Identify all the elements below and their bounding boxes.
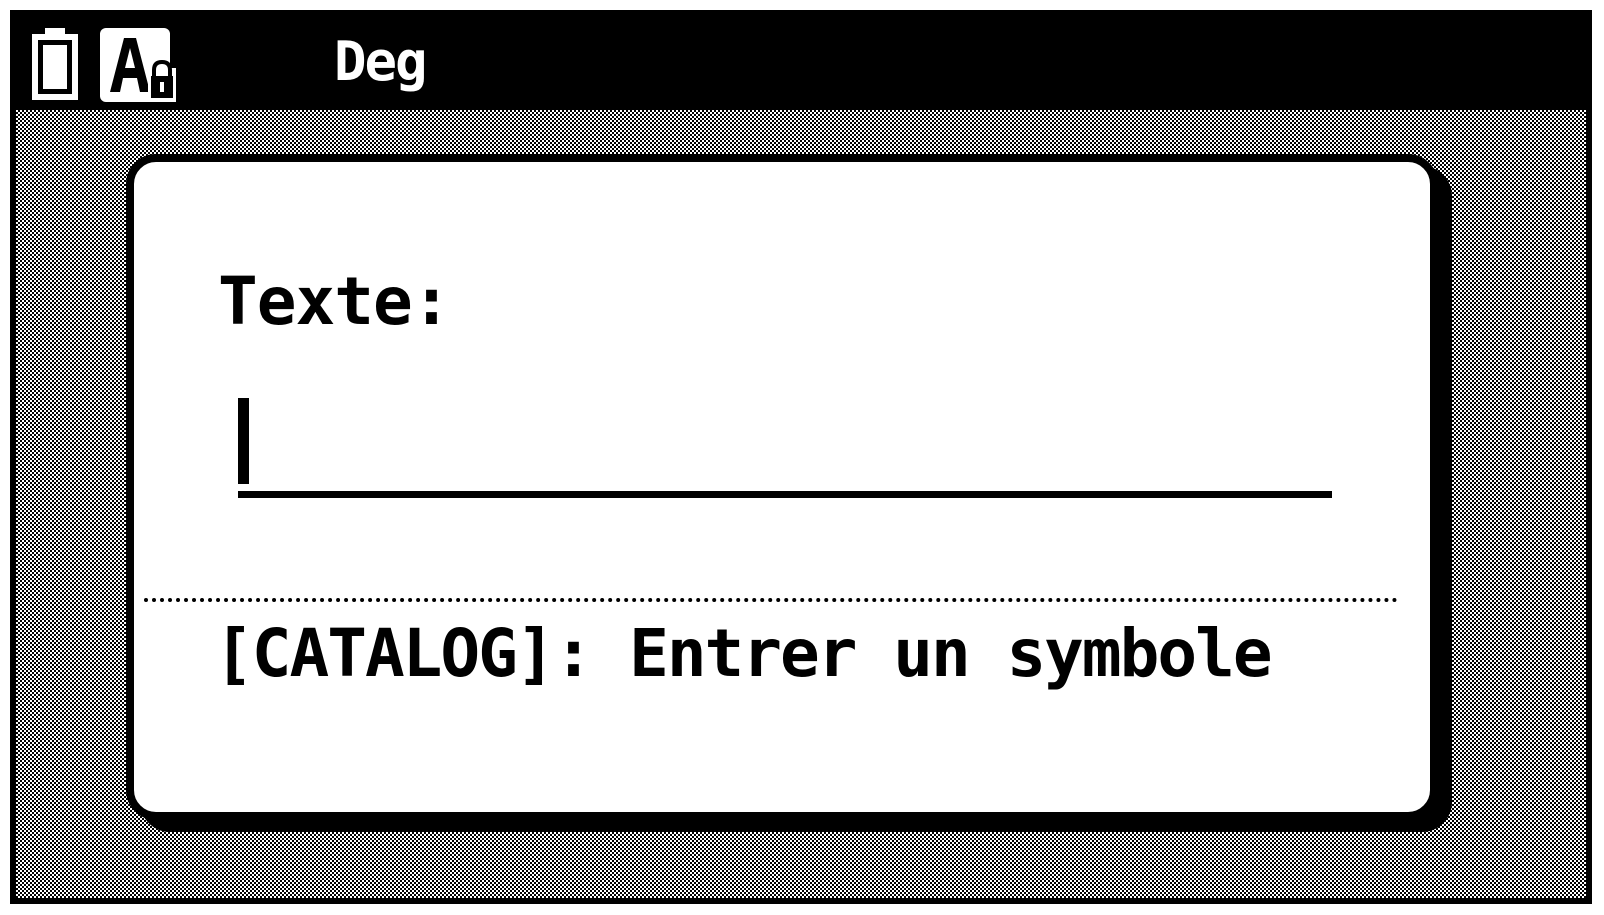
- text-caret: [238, 398, 249, 484]
- text-entry-dialog: Texte: [CATALOG]: Entrer un symbole: [126, 154, 1438, 820]
- prompt-label: Texte:: [218, 263, 451, 340]
- angle-mode-indicator: Deg: [334, 30, 428, 93]
- separator: [144, 598, 1398, 602]
- text-input-field[interactable]: [238, 398, 1332, 498]
- alpha-lock-icon: [100, 28, 176, 102]
- catalog-hint: [CATALOG]: Entrer un symbole: [214, 615, 1273, 692]
- battery-icon: [32, 28, 78, 100]
- status-bar: Deg: [16, 16, 1586, 110]
